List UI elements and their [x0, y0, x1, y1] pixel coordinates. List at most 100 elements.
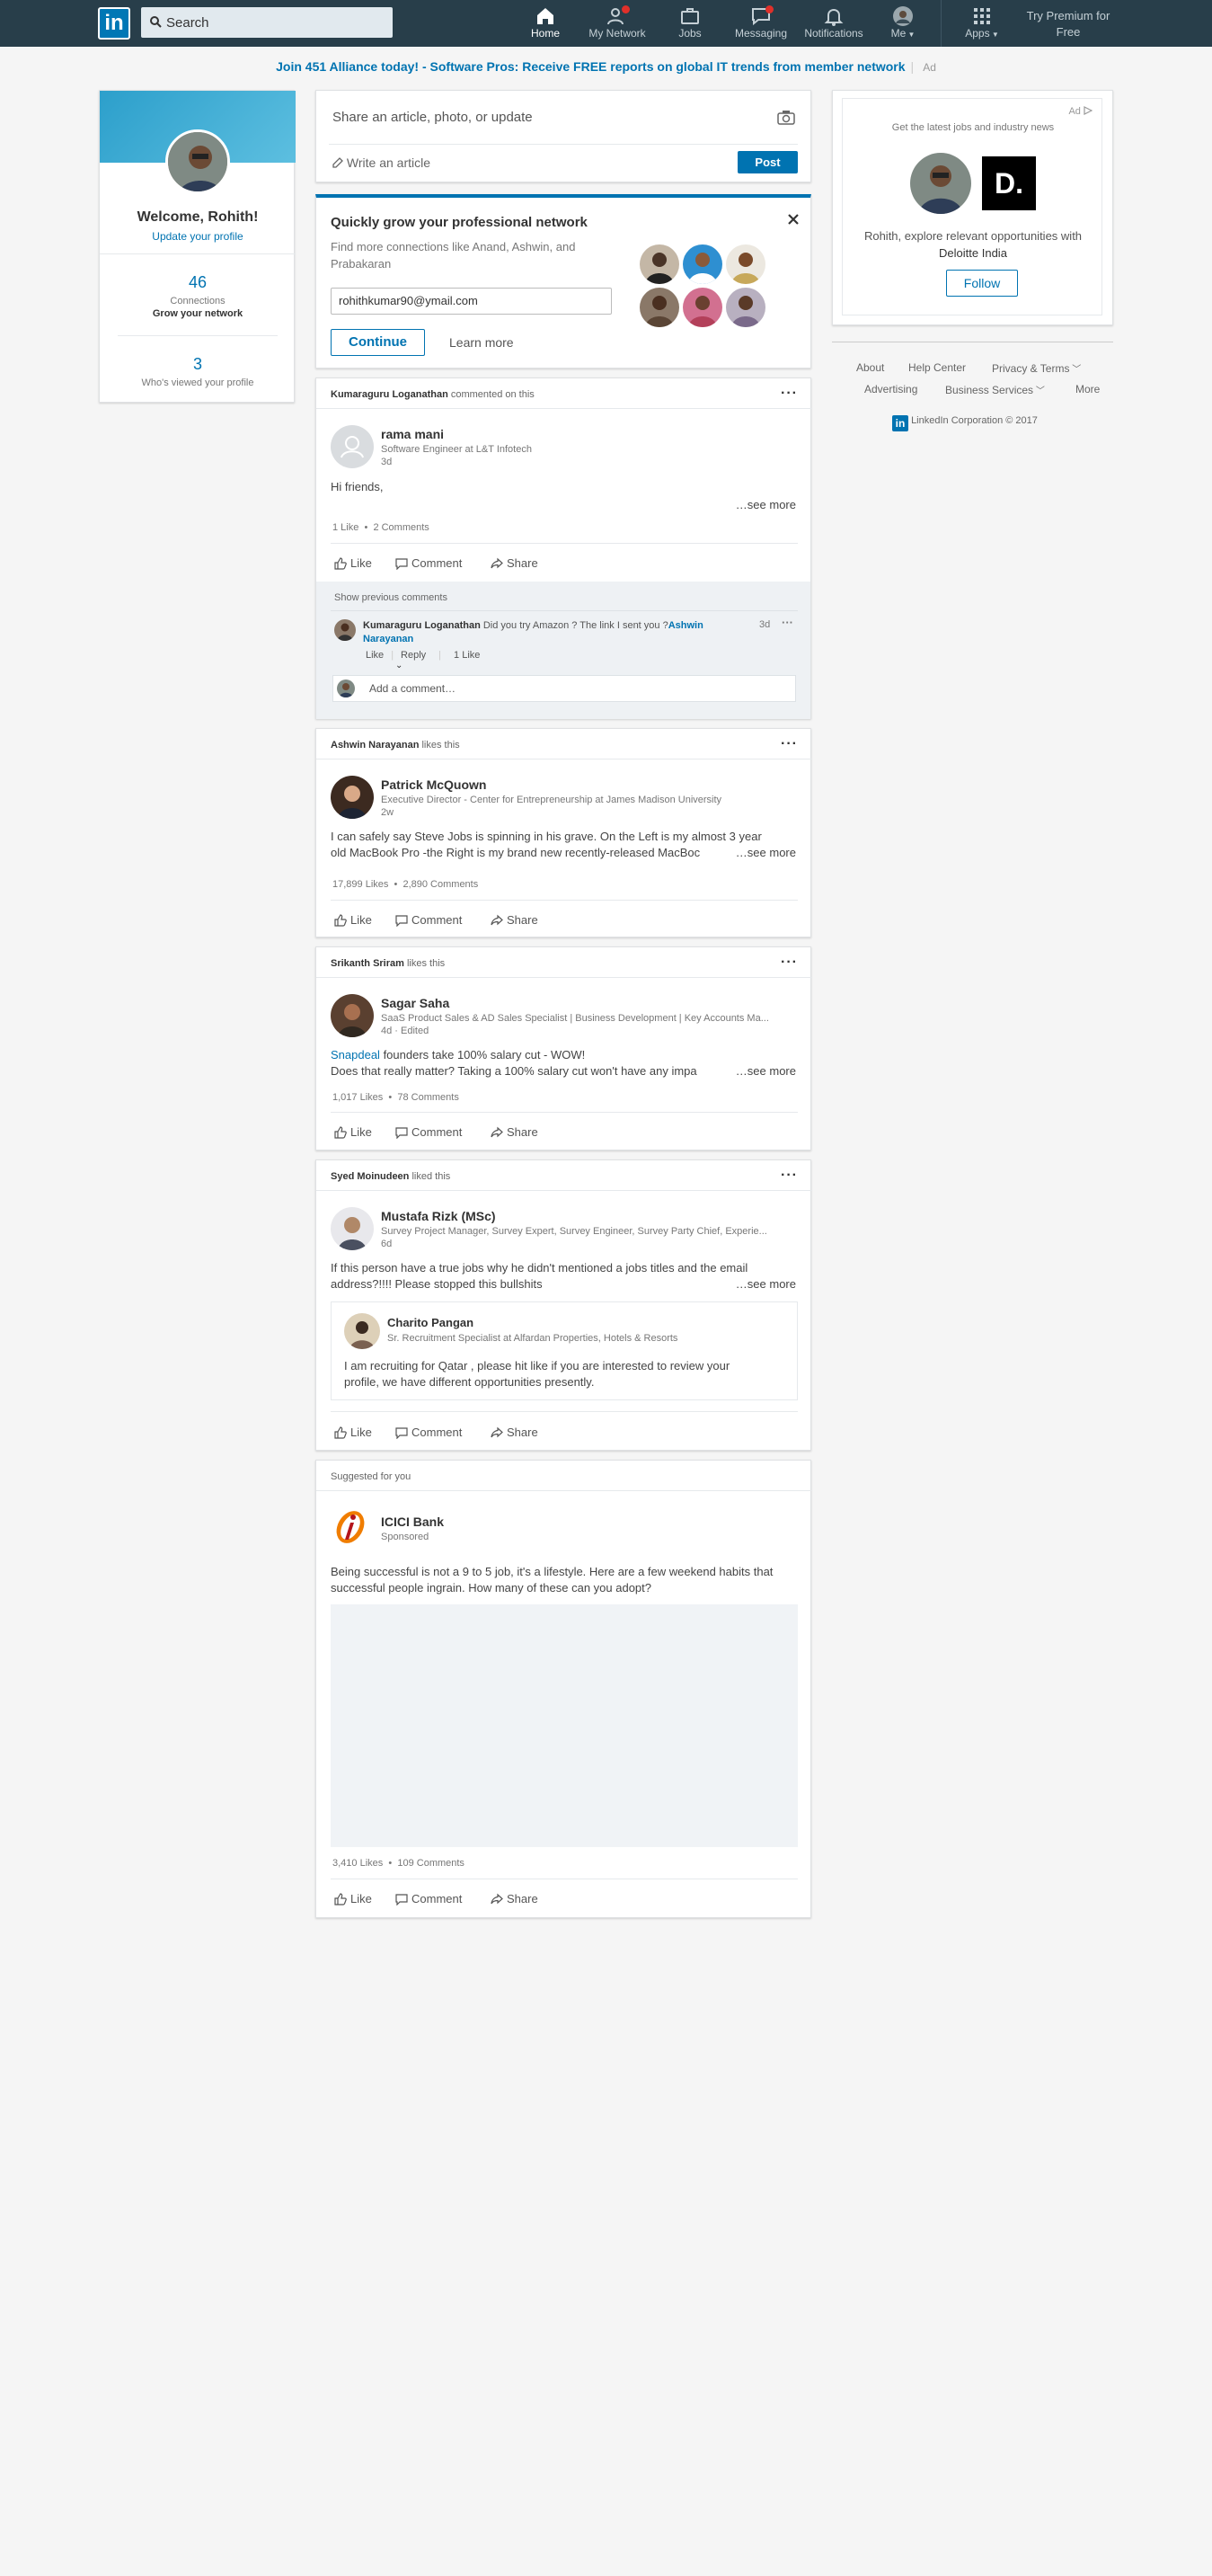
like-count[interactable]: 3,410 Likes — [332, 1858, 383, 1869]
email-field[interactable]: rohithkumar90@ymail.com — [331, 288, 612, 315]
continue-button[interactable]: Continue — [331, 329, 425, 356]
nav-jobs[interactable]: Jobs — [672, 5, 708, 45]
footer-business[interactable]: Business Services ﹀ — [945, 383, 1045, 396]
see-more-link[interactable]: …see more — [736, 498, 796, 511]
like-count[interactable]: 17,899 Likes — [332, 879, 388, 890]
add-comment-field[interactable]: Add a comment… — [332, 675, 796, 702]
deloitte-logo[interactable]: D. — [982, 156, 1036, 210]
search-input[interactable]: Search — [141, 7, 393, 38]
profile-avatar[interactable] — [165, 129, 230, 194]
nav-me[interactable]: Me ▼ — [885, 5, 921, 45]
connection-avatar[interactable] — [726, 244, 765, 284]
post-counts[interactable]: 1,017 Likes • 78 Comments — [332, 1092, 459, 1103]
comment-count[interactable]: 78 Comments — [397, 1092, 458, 1103]
ad-info-icon[interactable] — [1084, 106, 1093, 115]
comment-count[interactable]: 2,890 Comments — [403, 879, 478, 890]
share-button[interactable]: Share — [491, 1125, 538, 1139]
nav-home[interactable]: Home — [527, 5, 563, 45]
footer-help[interactable]: Help Center — [908, 361, 966, 374]
comment-button[interactable]: Comment — [395, 1125, 462, 1140]
author-avatar[interactable] — [331, 425, 374, 468]
author-name[interactable]: Patrick McQuown — [381, 777, 486, 792]
more-options-icon[interactable]: ··· — [781, 955, 798, 971]
comment-button[interactable]: Comment — [395, 1892, 462, 1906]
see-more-link[interactable]: …see more — [731, 1277, 796, 1291]
learn-more-link[interactable]: Learn more — [449, 335, 514, 350]
footer-privacy[interactable]: Privacy & Terms ﹀ — [992, 361, 1081, 375]
footer-more[interactable]: More — [1075, 383, 1100, 395]
connection-avatar[interactable] — [683, 244, 722, 284]
chevron-down-icon[interactable]: ⌄ — [395, 661, 403, 671]
connections-link[interactable]: 46 Connections Grow your network — [100, 273, 296, 319]
nav-notifications[interactable]: Notifications — [801, 5, 867, 45]
post-counts[interactable]: 17,899 Likes • 2,890 Comments — [332, 879, 478, 890]
nav-my-network[interactable]: My Network — [584, 5, 650, 45]
share-button[interactable]: Share — [491, 1892, 538, 1905]
actor-name[interactable]: Kumaraguru Loganathan — [331, 389, 448, 400]
comment-count[interactable]: 2 Comments — [373, 522, 429, 533]
actor-name[interactable]: Srikanth Sriram — [331, 958, 404, 969]
author-name[interactable]: rama mani — [381, 427, 444, 441]
like-button[interactable]: Like — [334, 1426, 372, 1439]
like-button[interactable]: Like — [334, 913, 372, 927]
post-counts[interactable]: 1 Like • 2 Comments — [332, 522, 429, 533]
author-avatar[interactable] — [331, 994, 374, 1037]
like-button[interactable]: Like — [334, 1125, 372, 1139]
comment-more-icon[interactable]: ··· — [782, 616, 793, 629]
try-premium-link[interactable]: Try Premium for Free — [1015, 8, 1121, 40]
share-input[interactable]: Share an article, photo, or update — [332, 110, 533, 125]
actor-name[interactable]: Syed Moinudeen — [331, 1171, 409, 1182]
author-name[interactable]: Mustafa Rizk (MSc) — [381, 1209, 496, 1223]
footer-about[interactable]: About — [856, 361, 884, 374]
comment-button[interactable]: Comment — [395, 556, 462, 571]
actor-name[interactable]: Ashwin Narayanan — [331, 740, 419, 751]
linkedin-logo[interactable]: in — [98, 7, 130, 40]
camera-icon[interactable] — [776, 109, 796, 127]
shared-post[interactable]: Charito Pangan Sr. Recruitment Specialis… — [331, 1301, 798, 1400]
post-counts[interactable]: 3,410 Likes • 109 Comments — [332, 1858, 464, 1869]
connection-avatar[interactable] — [726, 288, 765, 327]
comment-button[interactable]: Comment — [395, 1426, 462, 1440]
write-article-button[interactable]: Write an article — [332, 155, 430, 170]
commenter-name[interactable]: Kumaraguru Loganathan — [363, 620, 481, 631]
follow-button[interactable]: Follow — [946, 270, 1018, 297]
nav-messaging[interactable]: Messaging — [732, 5, 790, 45]
author-avatar[interactable] — [331, 776, 374, 819]
close-icon[interactable] — [787, 213, 800, 226]
author-name[interactable]: Sagar Saha — [381, 996, 449, 1010]
like-button[interactable]: Like — [334, 556, 372, 570]
shared-author-avatar[interactable] — [344, 1313, 380, 1349]
post-image[interactable] — [331, 1604, 798, 1847]
comment-button[interactable]: Comment — [395, 913, 462, 928]
footer-advertising[interactable]: Advertising — [864, 383, 917, 395]
ad-banner-link[interactable]: Join 451 Alliance today! - Software Pros… — [276, 59, 905, 74]
nav-apps[interactable]: Apps ▼ — [964, 5, 1000, 45]
post-button[interactable]: Post — [738, 151, 798, 173]
show-previous-comments[interactable]: Show previous comments — [334, 592, 447, 603]
connection-avatar[interactable] — [640, 244, 679, 284]
more-options-icon[interactable]: ··· — [781, 386, 798, 402]
like-button[interactable]: Like — [334, 1892, 372, 1905]
profile-views-link[interactable]: 3 Who's viewed your profile — [100, 355, 296, 388]
snapdeal-link[interactable]: Snapdeal — [331, 1048, 380, 1061]
comment-like-button[interactable]: Like — [366, 650, 384, 661]
like-count[interactable]: 1 Like — [332, 522, 358, 533]
update-profile-link[interactable]: Update your profile — [100, 230, 296, 243]
like-count[interactable]: 1,017 Likes — [332, 1092, 383, 1103]
author-avatar[interactable] — [331, 1207, 374, 1250]
connection-avatar[interactable] — [640, 288, 679, 327]
share-button[interactable]: Share — [491, 556, 538, 570]
see-more-link[interactable]: …see more — [731, 846, 796, 859]
comment-reply-button[interactable]: Reply — [401, 650, 426, 661]
comment-count[interactable]: 109 Comments — [397, 1858, 464, 1869]
more-options-icon[interactable]: ··· — [781, 1168, 798, 1184]
icici-logo[interactable] — [331, 1507, 370, 1547]
company-name[interactable]: ICICI Bank — [381, 1515, 444, 1529]
commenter-avatar[interactable] — [334, 619, 356, 641]
share-button[interactable]: Share — [491, 913, 538, 927]
share-button[interactable]: Share — [491, 1426, 538, 1439]
comment-like-count[interactable]: 1 Like — [454, 650, 480, 661]
see-more-link[interactable]: …see more — [731, 1064, 796, 1078]
connection-avatar[interactable] — [683, 288, 722, 327]
more-options-icon[interactable]: ··· — [781, 736, 798, 752]
